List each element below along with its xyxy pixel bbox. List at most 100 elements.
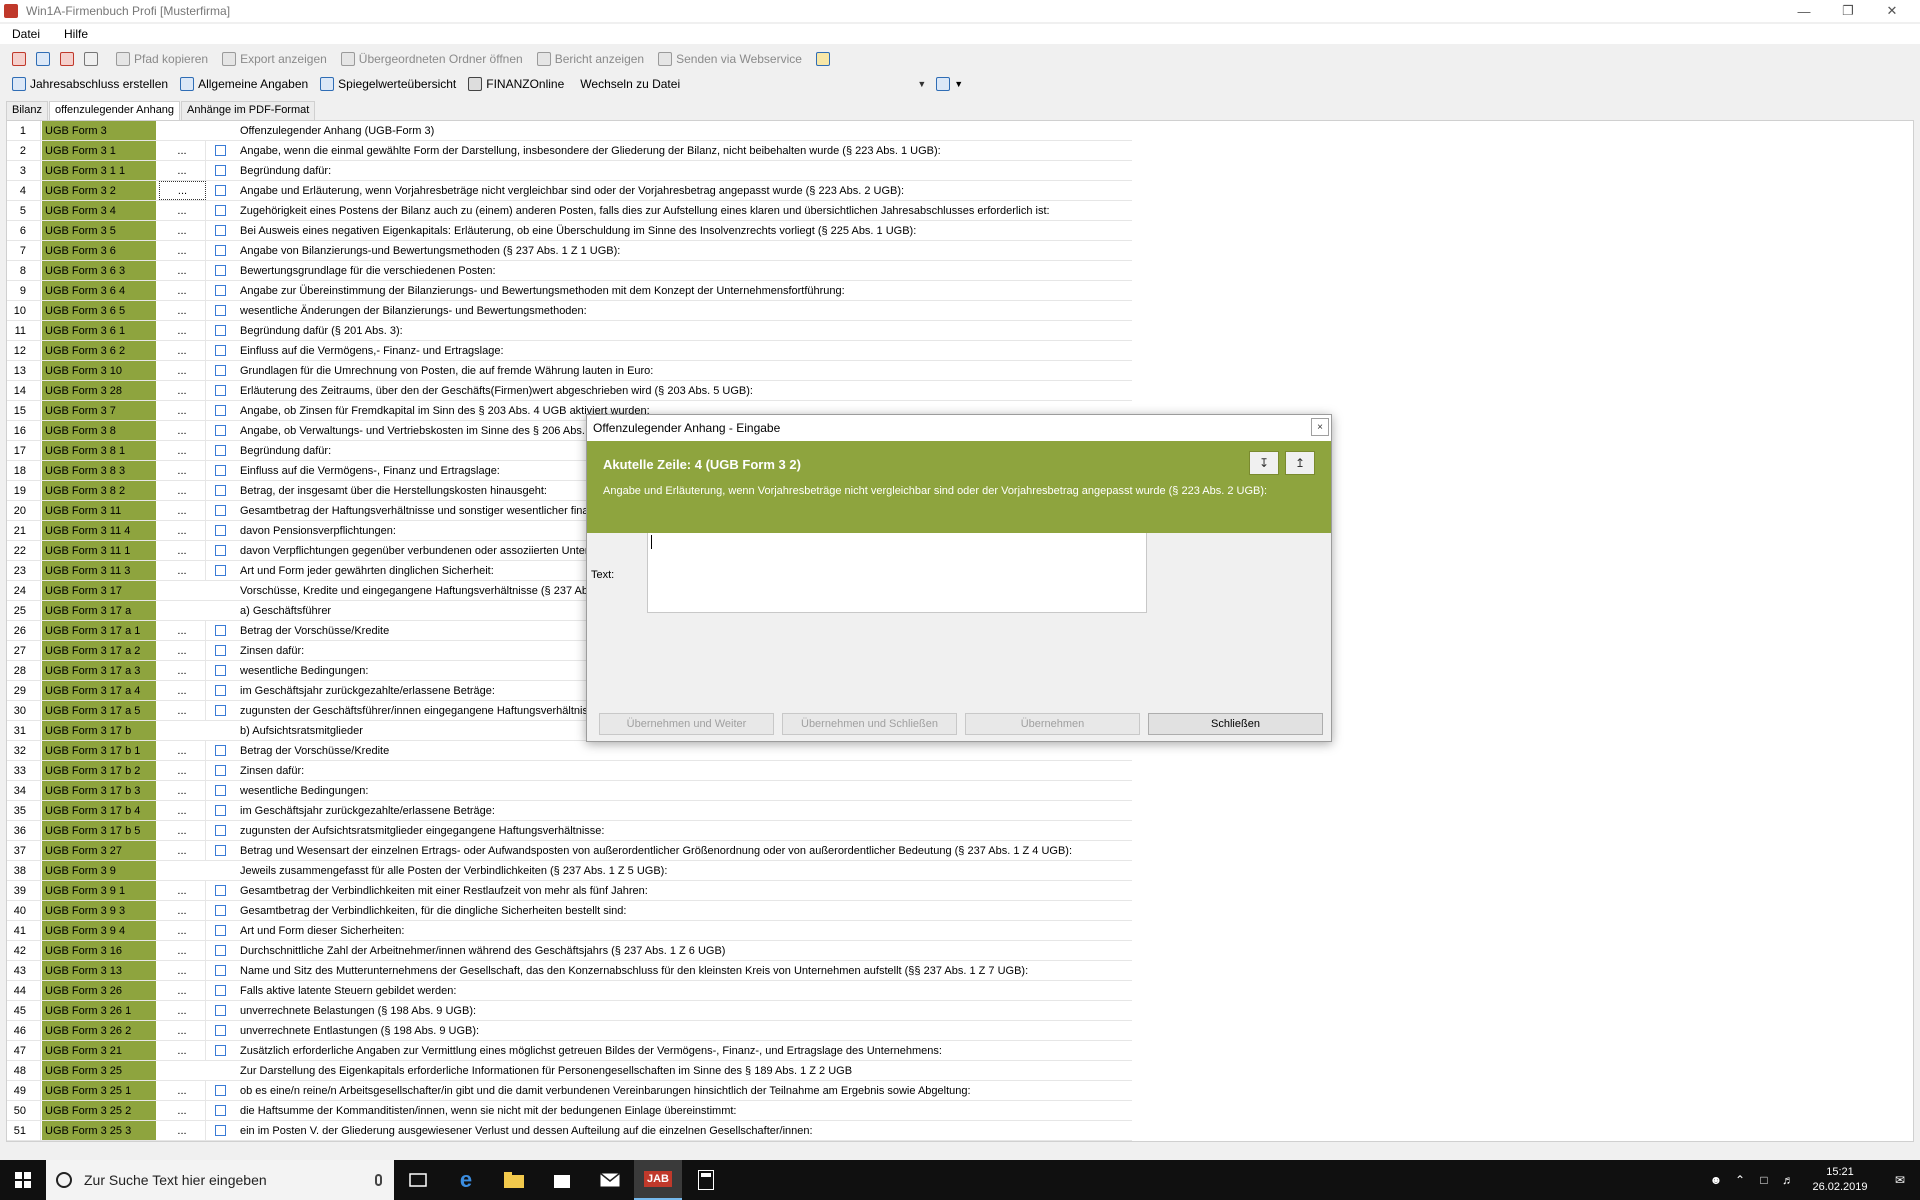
screen-icon[interactable] <box>936 77 951 91</box>
tab-anhaenge-pdf[interactable]: Anhänge im PDF-Format <box>181 101 316 120</box>
row-checkbox[interactable] <box>206 741 234 760</box>
table-row[interactable]: 41 UGB Form 3 9 4... Art und Form dieser S… <box>7 921 1132 941</box>
row-checkbox[interactable] <box>206 1021 234 1040</box>
row-edit-button[interactable]: ... <box>159 541 206 560</box>
exit-icon[interactable] <box>12 52 26 66</box>
row-checkbox[interactable] <box>206 441 234 460</box>
row-edit-button[interactable]: ... <box>159 661 206 680</box>
row-checkbox[interactable] <box>206 301 234 320</box>
menu-datei[interactable]: Datei <box>0 27 52 41</box>
row-edit-button[interactable]: ... <box>159 781 206 800</box>
row-checkbox[interactable] <box>206 1001 234 1020</box>
table-row[interactable]: 11 UGB Form 3 6 1... Begründung dafür (§ 2… <box>7 321 1132 341</box>
calculator-icon[interactable] <box>682 1160 730 1200</box>
mirror-values-button[interactable]: Spiegelwerteübersicht <box>316 77 456 91</box>
table-row[interactable]: 35 UGB Form 3 17 b 4... im Geschäftsjahr z… <box>7 801 1132 821</box>
row-edit-button[interactable]: ... <box>159 321 206 340</box>
row-checkbox[interactable] <box>206 981 234 1000</box>
clock[interactable]: 15:21 26.02.2019 <box>1800 1165 1880 1195</box>
row-checkbox[interactable] <box>206 1101 234 1120</box>
row-checkbox[interactable] <box>206 841 234 860</box>
store-icon[interactable] <box>538 1160 586 1200</box>
table-row[interactable]: 50 UGB Form 3 25 2... die Haftsumme der Ko… <box>7 1101 1132 1121</box>
close-button[interactable]: Schließen <box>1148 713 1323 735</box>
row-checkbox[interactable] <box>206 561 234 580</box>
print-icon[interactable] <box>84 52 98 66</box>
row-checkbox[interactable] <box>206 961 234 980</box>
row-edit-button[interactable]: ... <box>159 761 206 780</box>
restore-icon[interactable]: ❐ <box>1826 0 1870 22</box>
table-row[interactable]: 33 UGB Form 3 17 b 2... Zinsen dafür: <box>7 761 1132 781</box>
row-checkbox[interactable] <box>206 521 234 540</box>
network-icon[interactable]: □ <box>1752 1160 1776 1200</box>
row-edit-button[interactable]: ... <box>159 141 206 160</box>
row-edit-button[interactable]: ... <box>159 961 206 980</box>
row-edit-button[interactable]: ... <box>159 1041 206 1060</box>
task-view-icon[interactable] <box>394 1160 442 1200</box>
row-checkbox[interactable] <box>206 141 234 160</box>
table-row[interactable]: 5 UGB Form 3 4... Zugehörigkeit eines Post… <box>7 201 1132 221</box>
row-edit-button[interactable]: ... <box>159 1101 206 1120</box>
row-edit-button[interactable]: ... <box>159 881 206 900</box>
row-checkbox[interactable] <box>206 821 234 840</box>
row-checkbox[interactable] <box>206 501 234 520</box>
table-row[interactable]: 46 UGB Form 3 26 2... unverrechnete Entlas… <box>7 1021 1132 1041</box>
apply-next-button[interactable]: Übernehmen und Weiter <box>599 713 774 735</box>
table-row[interactable]: 51 UGB Form 3 25 3... ein im Posten V. der… <box>7 1121 1132 1141</box>
chevron-down-icon[interactable]: ▼ <box>954 79 963 89</box>
row-checkbox[interactable] <box>206 921 234 940</box>
row-edit-button[interactable]: ... <box>159 641 206 660</box>
windows-start-icon[interactable] <box>0 1160 46 1200</box>
row-edit-button[interactable]: ... <box>159 261 206 280</box>
table-row[interactable]: 40 UGB Form 3 9 3... Gesamtbetrag der Verb… <box>7 901 1132 921</box>
people-icon[interactable]: ☻ <box>1704 1160 1728 1200</box>
table-row[interactable]: 34 UGB Form 3 17 b 3... wesentliche Beding… <box>7 781 1132 801</box>
text-input[interactable] <box>647 533 1147 613</box>
table-row[interactable]: 44 UGB Form 3 26... Falls aktive latente S… <box>7 981 1132 1001</box>
row-checkbox[interactable] <box>206 701 234 720</box>
row-edit-button[interactable]: ... <box>159 241 206 260</box>
row-edit-button[interactable]: ... <box>159 221 206 240</box>
row-checkbox[interactable] <box>206 621 234 640</box>
table-row[interactable]: 10 UGB Form 3 6 5... wesentliche Änderunge… <box>7 301 1132 321</box>
row-edit-button[interactable]: ... <box>159 421 206 440</box>
row-checkbox[interactable] <box>206 781 234 800</box>
row-checkbox[interactable] <box>206 1121 234 1140</box>
finanzonline-button[interactable]: FINANZOnline <box>464 77 564 91</box>
close-icon[interactable]: ✕ <box>1870 0 1914 22</box>
row-checkbox[interactable] <box>206 181 234 200</box>
show-report-button[interactable]: Bericht anzeigen <box>533 52 644 66</box>
win1a-app-icon[interactable]: JAB <box>634 1160 682 1200</box>
row-checkbox[interactable] <box>206 261 234 280</box>
table-row[interactable]: 36 UGB Form 3 17 b 5... zugunsten der Aufs… <box>7 821 1132 841</box>
row-edit-button[interactable]: ... <box>159 441 206 460</box>
row-checkbox[interactable] <box>206 901 234 920</box>
row-edit-button[interactable]: ... <box>159 481 206 500</box>
table-row[interactable]: 6 UGB Form 3 5... Bei Ausweis eines negati… <box>7 221 1132 241</box>
row-edit-button[interactable]: ... <box>159 341 206 360</box>
row-checkbox[interactable] <box>206 241 234 260</box>
row-edit-button[interactable]: ... <box>159 1081 206 1100</box>
table-row[interactable]: 42 UGB Form 3 16... Durchschnittliche Zahl… <box>7 941 1132 961</box>
row-edit-button[interactable]: ... <box>159 561 206 580</box>
row-checkbox[interactable] <box>206 481 234 500</box>
send-webservice-button[interactable]: Senden via Webservice <box>654 52 802 66</box>
next-row-icon[interactable]: ↧ <box>1249 451 1279 475</box>
row-checkbox[interactable] <box>206 1081 234 1100</box>
table-row[interactable]: 9 UGB Form 3 6 4... Angabe zur Übereinstim… <box>7 281 1132 301</box>
export-show-button[interactable]: Export anzeigen <box>218 52 327 66</box>
table-row[interactable]: 1 UGB Form 3 Offenzulegender Anhang (UGB-F… <box>7 121 1132 141</box>
row-edit-button[interactable]: ... <box>159 1001 206 1020</box>
notification-icon[interactable]: ✉ <box>1880 1160 1920 1200</box>
row-edit-button[interactable]: ... <box>159 161 206 180</box>
row-edit-button[interactable]: ... <box>159 801 206 820</box>
row-edit-button[interactable]: ... <box>159 901 206 920</box>
edge-icon[interactable]: e <box>442 1160 490 1200</box>
row-checkbox[interactable] <box>206 341 234 360</box>
table-row[interactable]: 4 UGB Form 3 2... Angabe und Erläuterung, … <box>7 181 1132 201</box>
file-explorer-icon[interactable] <box>490 1160 538 1200</box>
row-edit-button[interactable]: ... <box>159 941 206 960</box>
row-edit-button[interactable]: ... <box>159 821 206 840</box>
pdf-icon[interactable] <box>60 52 74 66</box>
row-checkbox[interactable] <box>206 381 234 400</box>
